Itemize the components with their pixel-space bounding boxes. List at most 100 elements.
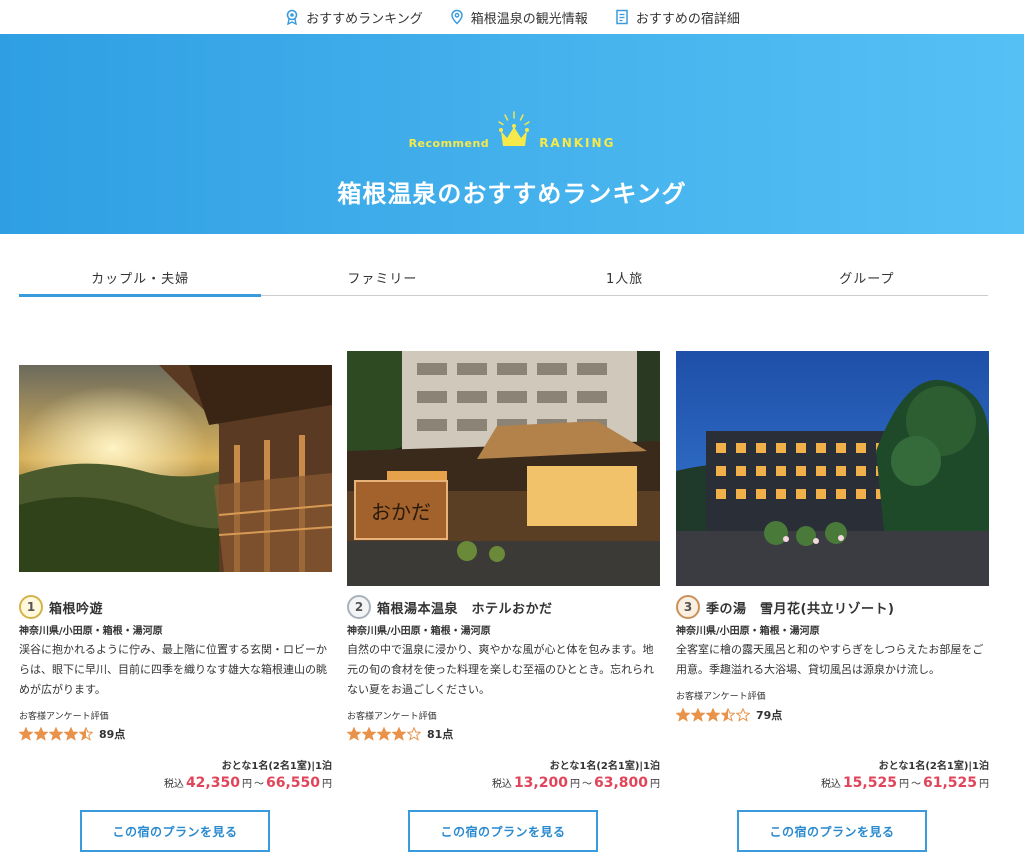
hotel-card-1: 1 箱根吟遊 神奈川県/小田原・箱根・湯河原 渓谷に抱かれるように佇み、最上階に… — [19, 351, 332, 861]
price-min: 42,350 — [185, 775, 240, 791]
hotel-name[interactable]: 季の湯 雪月花(共立リゾート) — [706, 598, 894, 617]
star-half-icon — [721, 708, 735, 722]
guest-info: おとな1名(2名1室)|1泊 — [878, 761, 989, 772]
price-max: 61,525 — [922, 775, 977, 791]
tilde: ～ — [581, 779, 592, 790]
star-full-icon — [377, 727, 391, 741]
rank-2-medal-icon: 2 — [347, 595, 371, 619]
review-score: 81点 — [427, 728, 454, 741]
rank-3-medal-icon: 3 — [676, 595, 700, 619]
star-rating — [19, 727, 93, 741]
nav-ranking-link[interactable]: おすすめランキング — [284, 8, 423, 27]
category-tabs: カップル・夫婦 ファミリー 1人旅 グループ — [19, 262, 988, 297]
review-score: 79点 — [756, 709, 783, 722]
star-full-icon — [34, 727, 48, 741]
guest-info: おとな1名(2名1室)|1泊 — [549, 761, 660, 772]
tilde: ～ — [253, 779, 264, 790]
hotel-description: 渓谷に抱かれるように佇み、最上階に位置する玄関・ロビーからは、眼下に早川、目前に… — [19, 643, 327, 696]
star-full-icon — [362, 727, 376, 741]
hotel-photo-image — [676, 351, 989, 586]
top-nav: おすすめランキング 箱根温泉の観光情報 おすすめの宿詳細 — [0, 0, 1024, 34]
tab-group[interactable]: グループ — [746, 262, 988, 295]
review-score: 89点 — [99, 728, 126, 741]
hotel-photo[interactable]: おかだ — [347, 351, 660, 586]
hotel-name[interactable]: 箱根吟遊 — [49, 598, 103, 617]
hotel-description: 全客室に檜の露天風呂と和のやすらぎをしつらえたお部屋をご用意。季趣溢れる大浴場、… — [676, 643, 984, 676]
hotel-card-2: おかだ 2 箱根湯本温泉 ホテルおかだ 神奈川県/小田原・箱根・湯河原 自然の中… — [347, 351, 660, 861]
view-plans-button[interactable]: この宿のプランを見る — [737, 810, 927, 852]
ranking-badge: Recommend RANKING — [0, 110, 1024, 150]
rank-row: 1 箱根吟遊 — [19, 595, 103, 619]
price-min: 13,200 — [513, 775, 568, 791]
yen-label: 円 — [898, 779, 909, 790]
document-icon — [616, 9, 628, 25]
tab-couple[interactable]: カップル・夫婦 — [19, 262, 262, 297]
review-label: お客様アンケート評価 — [347, 712, 437, 722]
star-full-icon — [19, 727, 33, 741]
yen-label: 円 — [569, 779, 580, 790]
tilde: ～ — [910, 779, 921, 790]
ranking-hero: Recommend RANKING 箱根温泉のおすすめランキング — [0, 34, 1024, 234]
yen-label: 円 — [979, 779, 989, 790]
star-full-icon — [64, 727, 78, 741]
nav-ranking-label: おすすめランキング — [306, 11, 423, 27]
hotel-area: 神奈川県/小田原・箱根・湯河原 — [347, 626, 491, 637]
hotel-card-3: 3 季の湯 雪月花(共立リゾート) 神奈川県/小田原・箱根・湯河原 全客室に檜の… — [676, 351, 989, 861]
star-empty-icon — [407, 727, 421, 741]
hotel-area: 神奈川県/小田原・箱根・湯河原 — [676, 626, 820, 637]
map-pin-icon — [451, 9, 463, 25]
hotel-photo-image: おかだ — [347, 351, 660, 586]
ribbon-icon — [286, 9, 298, 25]
review-label: お客様アンケート評価 — [19, 712, 109, 722]
view-plans-button[interactable]: この宿のプランを見る — [408, 810, 598, 852]
star-full-icon — [392, 727, 406, 741]
tax-label: 税込 — [491, 779, 512, 790]
review-row: 81点 — [347, 726, 453, 742]
tax-label: 税込 — [163, 779, 184, 790]
star-rating — [676, 708, 750, 722]
yen-label: 円 — [322, 779, 332, 790]
price-range: 税込 13,200 円 ～ 63,800 円 — [492, 775, 660, 791]
star-full-icon — [706, 708, 720, 722]
nav-sightseeing-link[interactable]: 箱根温泉の観光情報 — [449, 8, 588, 27]
hotel-photo[interactable] — [676, 351, 989, 586]
tax-label: 税込 — [820, 779, 841, 790]
hotel-area: 神奈川県/小田原・箱根・湯河原 — [19, 626, 163, 637]
hotel-photo-image — [19, 365, 332, 572]
badge-ranking: RANKING — [539, 136, 616, 150]
nav-details-label: おすすめの宿詳細 — [635, 11, 740, 27]
crown-icon — [498, 111, 530, 146]
star-full-icon — [691, 708, 705, 722]
review-row: 89点 — [19, 726, 125, 742]
review-label: お客様アンケート評価 — [676, 692, 766, 702]
hotel-photo[interactable] — [19, 365, 332, 572]
tab-solo[interactable]: 1人旅 — [504, 262, 746, 295]
star-rating — [347, 727, 421, 741]
price-min: 15,525 — [842, 775, 897, 791]
rank-row: 3 季の湯 雪月花(共立リゾート) — [676, 595, 894, 619]
nav-details-link[interactable]: おすすめの宿詳細 — [614, 8, 740, 27]
price-max: 66,550 — [265, 775, 320, 791]
yen-label: 円 — [241, 779, 252, 790]
view-plans-button[interactable]: この宿のプランを見る — [80, 810, 270, 852]
rank-row: 2 箱根湯本温泉 ホテルおかだ — [347, 595, 553, 619]
page-title: 箱根温泉のおすすめランキング — [337, 179, 687, 208]
star-full-icon — [49, 727, 63, 741]
star-full-icon — [347, 727, 361, 741]
guest-info: おとな1名(2名1室)|1泊 — [221, 761, 332, 772]
price-range: 税込 15,525 円 ～ 61,525 円 — [821, 775, 989, 791]
price-max: 63,800 — [593, 775, 648, 791]
star-empty-icon — [736, 708, 750, 722]
svg-text:おかだ: おかだ — [371, 500, 431, 524]
price-range: 税込 42,350 円 ～ 66,550 円 — [164, 775, 332, 791]
rank-1-medal-icon: 1 — [19, 595, 43, 619]
nav-sightseeing-label: 箱根温泉の観光情報 — [470, 11, 588, 27]
review-row: 79点 — [676, 707, 782, 723]
star-full-icon — [676, 708, 690, 722]
yen-label: 円 — [650, 779, 660, 790]
hotel-name[interactable]: 箱根湯本温泉 ホテルおかだ — [377, 598, 553, 617]
tab-family[interactable]: ファミリー — [261, 262, 503, 295]
hotel-description: 自然の中で温泉に浸かり、爽やかな風が心と体を包みます。地元の旬の食材を使った料理… — [347, 643, 655, 696]
star-half-icon — [79, 727, 93, 741]
badge-recommend: Recommend — [408, 137, 490, 150]
